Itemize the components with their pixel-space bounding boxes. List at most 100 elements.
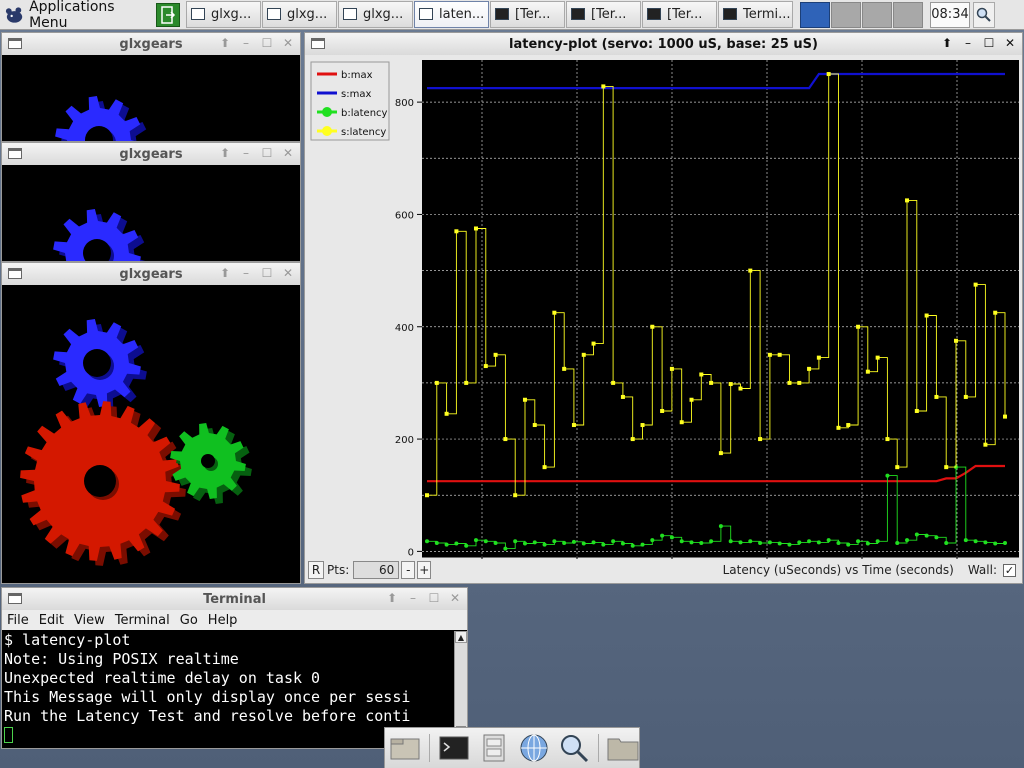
task-button-glxgears-1[interactable]: glxg... — [186, 0, 261, 28]
task-button-terminal-3[interactable]: [Ter... — [642, 0, 717, 28]
y-tick-label: 200 — [395, 435, 414, 446]
menu-file[interactable]: File — [7, 613, 29, 628]
maximize-icon[interactable]: ☐ — [261, 266, 273, 280]
close-icon[interactable]: ✕ — [282, 36, 294, 50]
gears-canvas[interactable] — [2, 165, 301, 262]
data-point-s-latency — [601, 84, 606, 89]
data-point-s-latency — [640, 423, 645, 428]
clock[interactable]: 08:34 — [930, 1, 970, 28]
title-bar[interactable]: latency-plot (servo: 1000 uS, base: 25 u… — [305, 33, 1022, 55]
applications-menu-button[interactable]: Applications Menu — [0, 0, 152, 31]
data-point-b-latency — [591, 540, 596, 545]
data-point-b-latency — [689, 540, 694, 545]
latency-chart[interactable]: 020040060080008:33:2008:33:4008:34:00b:m… — [307, 57, 1021, 559]
terminal-launcher[interactable] — [438, 733, 470, 763]
data-point-s-latency — [914, 408, 919, 413]
window-menu-icon[interactable] — [8, 593, 22, 604]
workspace-3[interactable] — [862, 1, 892, 28]
chart-legend: b:max s:max b:latency s:latency — [310, 61, 390, 141]
window-title: Terminal — [203, 591, 266, 607]
data-point-b-latency — [562, 540, 567, 545]
mouse-logo-icon — [5, 6, 23, 23]
data-point-b-latency — [581, 541, 586, 546]
data-point-b-latency — [464, 543, 469, 548]
data-point-s-latency — [973, 282, 978, 287]
maximize-icon[interactable]: ☐ — [261, 146, 273, 160]
sticky-icon[interactable]: ⬆ — [386, 591, 398, 605]
maximize-icon[interactable]: ☐ — [261, 36, 273, 50]
search-button[interactable] — [973, 1, 995, 28]
title-bar[interactable]: glxgears ⬆ – ☐ ✕ — [2, 143, 300, 165]
window-menu-icon[interactable] — [8, 148, 22, 159]
close-icon[interactable]: ✕ — [282, 146, 294, 160]
title-bar[interactable]: Terminal ⬆ – ☐ ✕ — [2, 588, 467, 610]
logout-button[interactable] — [156, 2, 180, 27]
menu-terminal[interactable]: Terminal — [115, 613, 170, 628]
data-point-b-latency — [503, 546, 508, 551]
gears-canvas[interactable] — [2, 55, 301, 142]
task-button-terminal-2[interactable]: [Ter... — [566, 0, 641, 28]
data-point-b-latency — [973, 539, 978, 544]
data-point-b-latency — [532, 540, 537, 545]
workspace-1[interactable] — [800, 1, 830, 28]
maximize-icon[interactable]: ☐ — [428, 591, 440, 605]
window-menu-icon[interactable] — [311, 38, 325, 49]
sticky-icon[interactable]: ⬆ — [219, 146, 231, 160]
data-point-s-latency — [816, 355, 821, 360]
pts-input[interactable]: 60 — [353, 561, 400, 579]
magnifier-icon — [561, 735, 589, 763]
pts-decrement-button[interactable]: - — [401, 561, 416, 579]
folder-launcher[interactable] — [607, 733, 639, 763]
data-point-b-latency — [865, 541, 870, 546]
data-point-s-latency — [895, 465, 900, 470]
close-icon[interactable]: ✕ — [282, 266, 294, 280]
data-point-s-latency — [630, 437, 635, 442]
search-launcher[interactable] — [558, 733, 590, 763]
wall-checkbox[interactable]: ✓ — [1003, 563, 1016, 577]
sticky-icon[interactable]: ⬆ — [219, 36, 231, 50]
terminal-line: $ latency-plot — [4, 631, 131, 649]
minimize-icon[interactable]: – — [240, 266, 252, 280]
terminal-line: Note: Using POSIX realtime — [4, 650, 239, 668]
task-button-glxgears-2[interactable]: glxg... — [262, 0, 337, 28]
data-point-s-latency — [473, 226, 478, 231]
data-point-b-latency — [650, 538, 655, 543]
glxgears-window-3: glxgears ⬆ – ☐ ✕ — [1, 262, 301, 584]
desktop-icon — [390, 738, 420, 760]
pts-increment-button[interactable]: + — [417, 561, 432, 579]
task-button-latency-plot[interactable]: laten... — [414, 0, 489, 28]
menu-help[interactable]: Help — [208, 613, 238, 628]
workspace-2[interactable] — [831, 1, 861, 28]
data-point-s-latency — [875, 355, 880, 360]
menu-edit[interactable]: Edit — [39, 613, 64, 628]
data-point-b-latency — [797, 540, 802, 545]
data-point-b-latency — [601, 542, 606, 547]
task-button-glxgears-3[interactable]: glxg... — [338, 0, 413, 28]
maximize-icon[interactable]: ☐ — [983, 36, 995, 50]
minimize-icon[interactable]: – — [962, 36, 974, 50]
reset-button[interactable]: R — [308, 561, 324, 579]
close-icon[interactable]: ✕ — [449, 591, 461, 605]
menu-view[interactable]: View — [74, 613, 105, 628]
gears-canvas[interactable] — [2, 285, 301, 584]
menu-go[interactable]: Go — [180, 613, 198, 628]
close-icon[interactable]: ✕ — [1004, 36, 1016, 50]
show-desktop-button[interactable] — [389, 733, 421, 763]
window-menu-icon[interactable] — [8, 38, 22, 49]
sticky-icon[interactable]: ⬆ — [941, 36, 953, 50]
file-cabinet-launcher[interactable] — [478, 733, 510, 763]
data-point-b-latency — [816, 540, 821, 545]
web-browser-launcher[interactable] — [518, 733, 550, 763]
task-button-terminal-1[interactable]: [Ter... — [490, 0, 565, 28]
window-menu-icon[interactable] — [8, 268, 22, 279]
title-bar[interactable]: glxgears ⬆ – ☐ ✕ — [2, 263, 300, 285]
minimize-icon[interactable]: – — [240, 36, 252, 50]
title-bar[interactable]: glxgears ⬆ – ☐ ✕ — [2, 33, 300, 55]
minimize-icon[interactable]: – — [240, 146, 252, 160]
minimize-icon[interactable]: – — [407, 591, 419, 605]
sticky-icon[interactable]: ⬆ — [219, 266, 231, 280]
task-button-terminal-4[interactable]: Termi... — [718, 0, 793, 28]
scroll-up-arrow-icon[interactable]: ▲ — [455, 631, 467, 643]
workspace-4[interactable] — [893, 1, 923, 28]
data-point-b-latency — [856, 539, 861, 544]
